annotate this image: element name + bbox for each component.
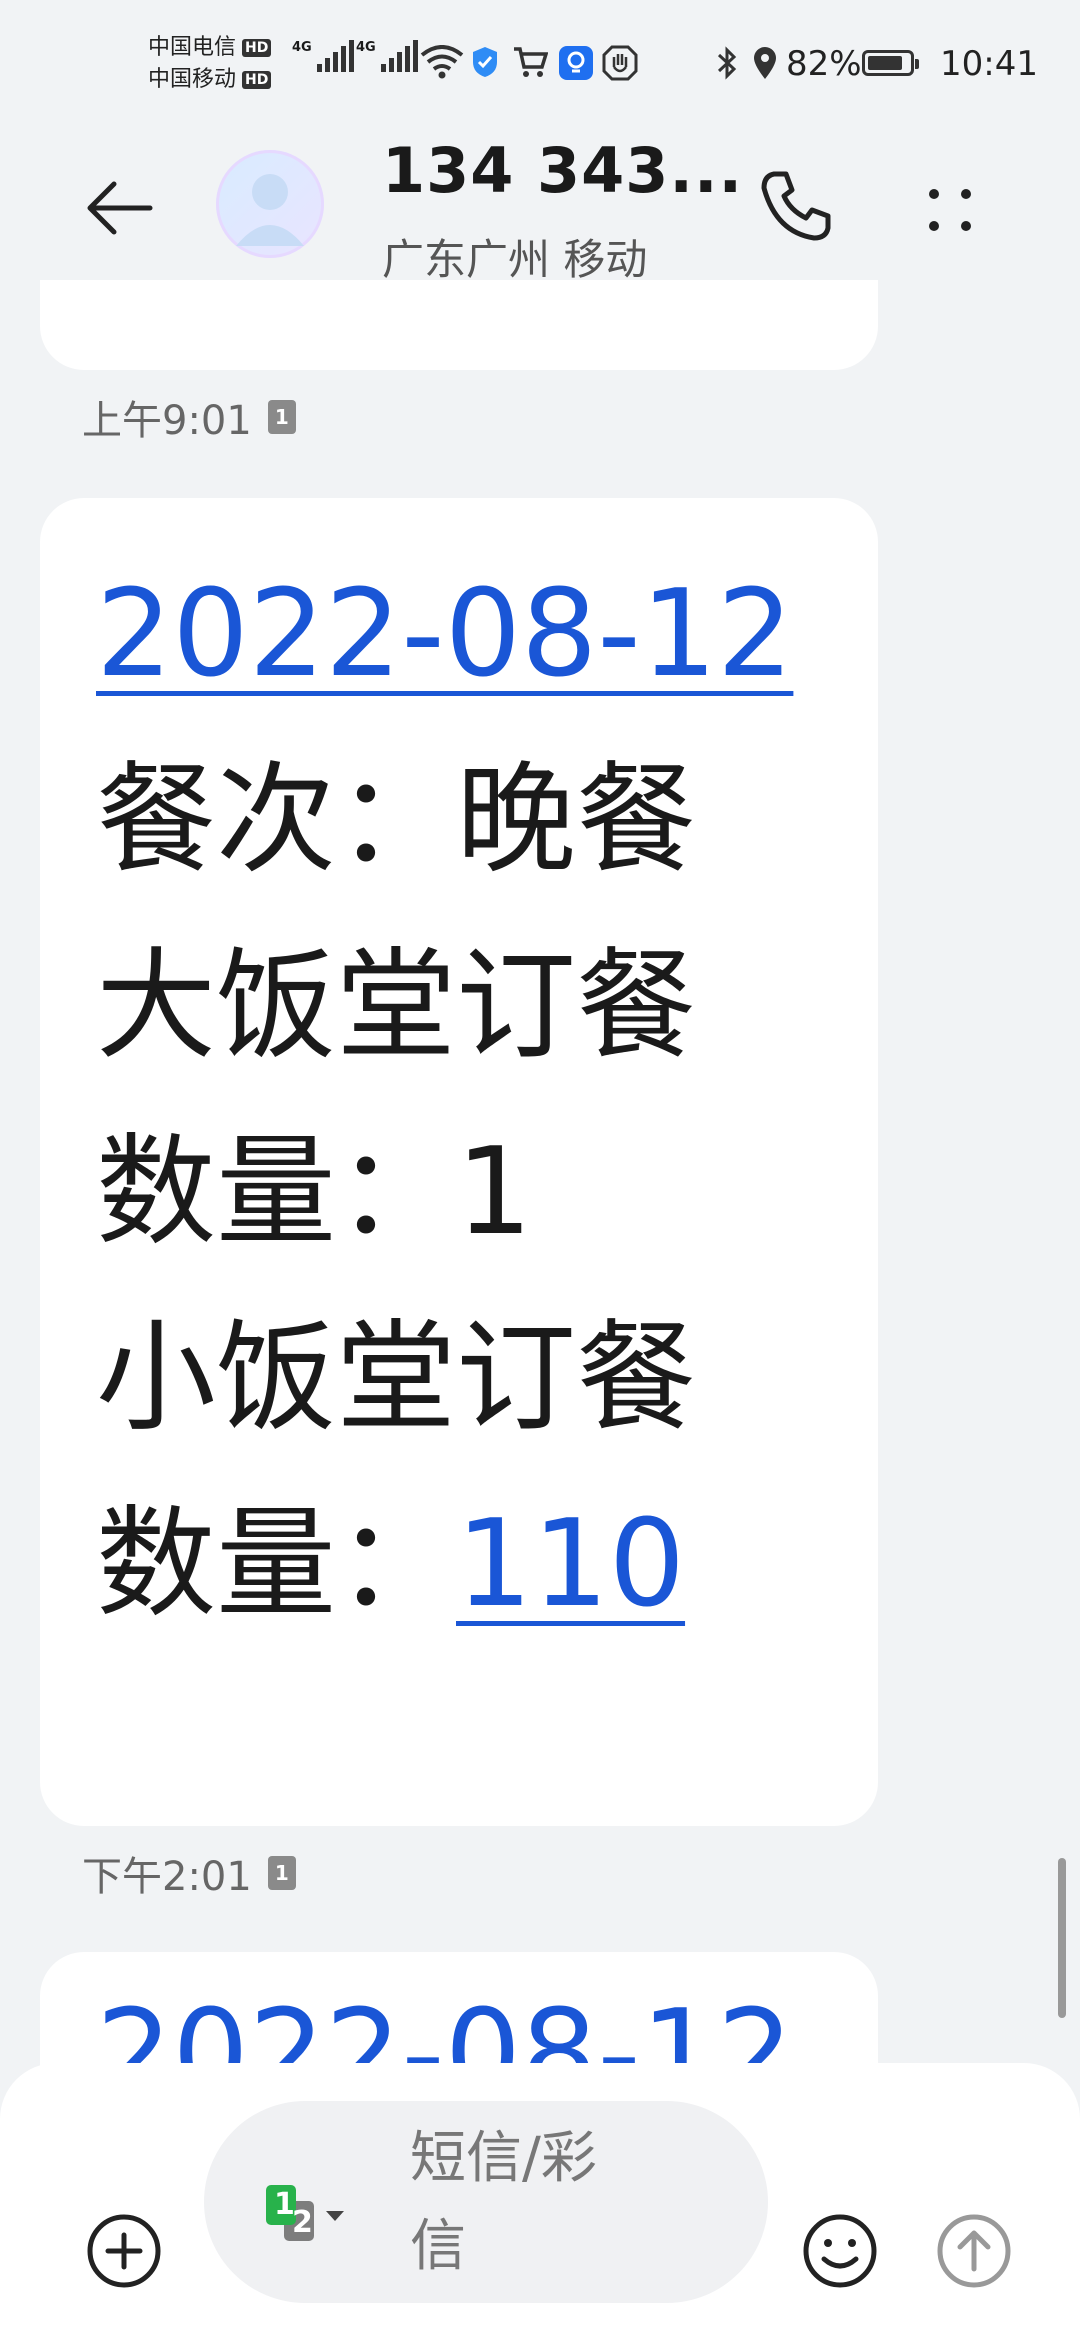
signal-icon: 4G	[292, 40, 354, 72]
wifi-icon	[420, 45, 464, 79]
conversation-header: 134 343... 广东广州 移动	[0, 130, 1080, 290]
bulb-icon	[558, 45, 594, 81]
status-bar: 中国电信 HD 中国移动 HD 4G 4G 82% 10:41	[0, 0, 1080, 130]
carrier-1: 中国电信	[148, 35, 237, 60]
message-input[interactable]: 1 2 短信/彩信	[204, 2101, 768, 2303]
sim-2-label: 2	[292, 2205, 313, 2240]
message-line: 数量：1	[96, 1123, 533, 1262]
add-attachment-icon[interactable]	[84, 2211, 164, 2291]
message-bubble[interactable]: 2022-08-12 餐次：晚餐 大饭堂订餐 数量：1 小饭堂订餐 数量：110	[40, 498, 878, 1826]
signal-icon: 4G	[356, 40, 418, 72]
contact-location: 广东广州 移动	[382, 235, 648, 284]
shield-icon	[470, 45, 500, 79]
battery-percent: 82%	[786, 44, 862, 84]
date-link[interactable]: 2022-08-12	[96, 565, 793, 704]
back-arrow-icon[interactable]	[80, 168, 160, 248]
carrier-info: 中国电信 HD 中国移动 HD	[148, 32, 272, 96]
input-placeholder: 短信/彩信	[410, 2126, 597, 2279]
composer-bar: 1 2 短信/彩信	[0, 2063, 1080, 2340]
more-options-icon[interactable]	[920, 170, 980, 250]
hand-icon	[602, 45, 638, 81]
message-line: 数量：110	[96, 1495, 686, 1634]
send-icon[interactable]	[934, 2211, 1014, 2291]
location-icon	[752, 45, 778, 81]
message-timestamp: 上午9:01 1	[82, 388, 296, 446]
message-line: 餐次：晚餐	[96, 751, 696, 890]
contact-number: 134 343...	[382, 134, 744, 207]
bluetooth-icon	[714, 45, 740, 81]
sim-badge: 1	[267, 400, 296, 434]
sim-badge: 1	[267, 1856, 296, 1890]
clock: 10:41	[940, 44, 1038, 84]
hd-badge: HD	[242, 39, 272, 57]
message-line: 小饭堂订餐	[96, 1309, 696, 1448]
emoji-icon[interactable]	[800, 2211, 880, 2291]
sim-switch-button[interactable]: 1 2	[262, 2181, 352, 2251]
avatar[interactable]	[216, 150, 324, 258]
number-link[interactable]: 110	[456, 1495, 685, 1634]
carrier-2: 中国移动	[148, 67, 237, 92]
message-line: 大饭堂订餐	[96, 937, 696, 1076]
person-icon	[236, 174, 304, 246]
scrollbar[interactable]	[1058, 1858, 1066, 2018]
cart-icon	[512, 45, 548, 79]
battery-icon	[862, 50, 919, 76]
message-line: 2022-08-12	[96, 542, 822, 728]
message-bubble-previous[interactable]	[40, 280, 878, 370]
phone-icon[interactable]	[756, 166, 836, 246]
message-timestamp: 下午2:01 1	[82, 1844, 296, 1902]
hd-badge: HD	[242, 71, 272, 89]
